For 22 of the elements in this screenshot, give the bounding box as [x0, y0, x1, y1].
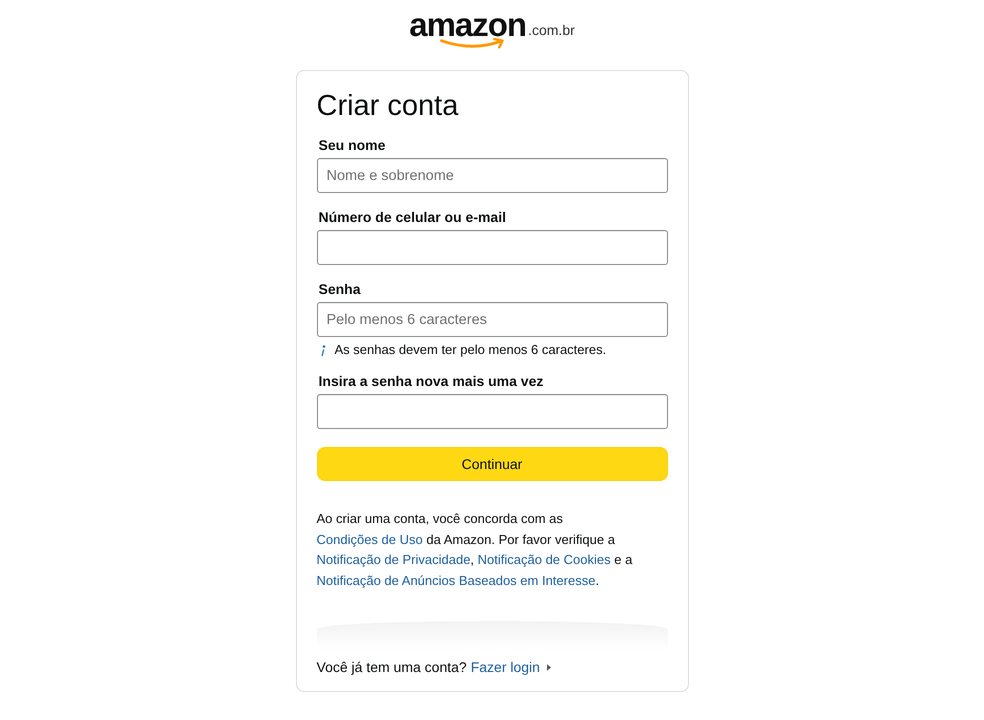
- continue-button[interactable]: Continuar: [316, 447, 668, 481]
- policy-link[interactable]: Notificação de Cookies: [478, 552, 611, 567]
- signin-prompt: Você já tem uma conta?: [316, 659, 467, 675]
- smile-arrow-icon: [438, 38, 505, 50]
- legal-text: Ao criar uma conta, você concorda com as Condições de Uso da Amazon. Por favor verifique a Notificação de Privacidade, Notificação de Cookies e a Notificação de Anúncios Baseados em Interesse.: [316, 510, 634, 590]
- policy-link[interactable]: Notificação de Privacidade: [316, 552, 470, 567]
- field-label: Insira a senha nova mais uma vez: [318, 373, 544, 389]
- input-field[interactable]: Pelo menos 6 caracteres: [316, 302, 668, 337]
- field-label: Número de celular ou e-mail: [318, 209, 507, 225]
- field-label: Senha: [318, 281, 362, 297]
- policy-link[interactable]: Condições de Uso: [316, 532, 423, 546]
- amazon-logo[interactable]: amazon.com.br: [409, 8, 575, 58]
- input-field[interactable]: Nome e sobrenome: [316, 158, 668, 193]
- caret-icon: [546, 664, 551, 670]
- field-label: Seu nome: [318, 137, 386, 153]
- input-field[interactable]: [316, 230, 668, 265]
- signin-link[interactable]: Fazer login: [470, 659, 540, 675]
- page-title: Criar conta: [316, 89, 460, 123]
- info-icon: [320, 345, 326, 357]
- policy-link[interactable]: Notificação de Anúncios Baseados em Interesse: [316, 572, 596, 588]
- hint-text: As senhas devem ter pelo menos 6 caracteres.: [334, 342, 606, 357]
- input-field[interactable]: [316, 394, 668, 429]
